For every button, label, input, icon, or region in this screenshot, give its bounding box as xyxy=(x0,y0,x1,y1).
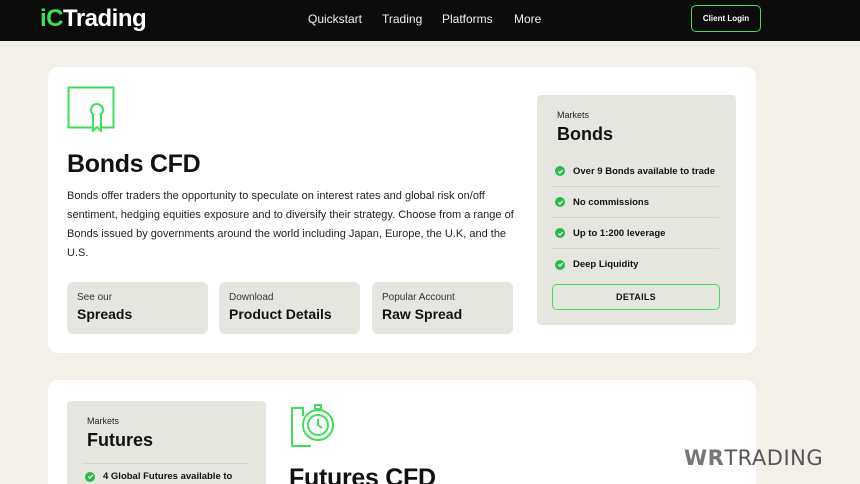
bonds-title: Bonds CFD xyxy=(67,150,201,178)
check-icon xyxy=(85,471,95,482)
ictrading-logo[interactable]: iCTrading xyxy=(40,5,147,33)
nav-more[interactable]: More xyxy=(514,12,541,26)
logo-suffix: Trading xyxy=(63,5,147,32)
feature-row: Over 9 Bonds available to trade xyxy=(552,156,719,187)
pill-title: Product Details xyxy=(229,306,332,322)
stopwatch-icon xyxy=(291,404,334,447)
feature-text: Over 9 Bonds available to trade xyxy=(573,165,716,177)
check-icon xyxy=(555,166,565,176)
feature-row: Deep Liquidity xyxy=(552,249,719,280)
client-login-button[interactable]: Client Login xyxy=(691,5,761,32)
feature-row: 4 Global Futures available to xyxy=(82,463,249,484)
certificate-icon xyxy=(67,86,115,132)
check-icon xyxy=(555,259,565,270)
feature-text: Deep Liquidity xyxy=(573,259,639,270)
watermark-prefix: WR xyxy=(684,446,725,470)
check-icon xyxy=(555,197,565,207)
watermark-suffix: TRADING xyxy=(724,446,824,470)
futures-title: Futures CFD xyxy=(289,464,436,484)
pill-caption: Download xyxy=(229,292,274,303)
feature-text: Up to 1:200 leverage xyxy=(573,227,666,239)
details-button[interactable]: DETAILS xyxy=(552,284,720,310)
top-navigation-bar: iCTrading Quickstart Trading Platforms M… xyxy=(0,0,860,41)
spreads-link-card[interactable]: See our Spreads xyxy=(67,282,208,334)
feature-row: No commissions xyxy=(552,187,719,218)
raw-spread-link-card[interactable]: Popular Account Raw Spread xyxy=(372,282,513,334)
markets-caption: Markets xyxy=(87,416,120,426)
markets-title: Futures xyxy=(87,430,154,450)
feature-text: No commissions xyxy=(573,196,650,208)
bonds-description: Bonds offer traders the opportunity to s… xyxy=(67,190,514,259)
feature-text: 4 Global Futures available to xyxy=(103,471,233,482)
nav-platforms[interactable]: Platforms xyxy=(442,12,493,26)
nav-trading[interactable]: Trading xyxy=(382,12,422,26)
wrtrading-watermark: WRTRADING xyxy=(684,446,823,470)
markets-caption: Markets xyxy=(557,110,590,120)
logo-prefix: iC xyxy=(40,5,64,32)
check-icon xyxy=(555,228,565,238)
pill-title: Spreads xyxy=(77,306,133,322)
product-details-link-card[interactable]: Download Product Details xyxy=(219,282,360,334)
pill-title: Raw Spread xyxy=(382,306,463,322)
pill-caption: Popular Account xyxy=(382,292,455,303)
nav-quickstart[interactable]: Quickstart xyxy=(308,12,362,26)
markets-title: Bonds xyxy=(557,124,613,144)
pill-caption: See our xyxy=(77,292,113,303)
feature-row: Up to 1:200 leverage xyxy=(552,218,719,249)
